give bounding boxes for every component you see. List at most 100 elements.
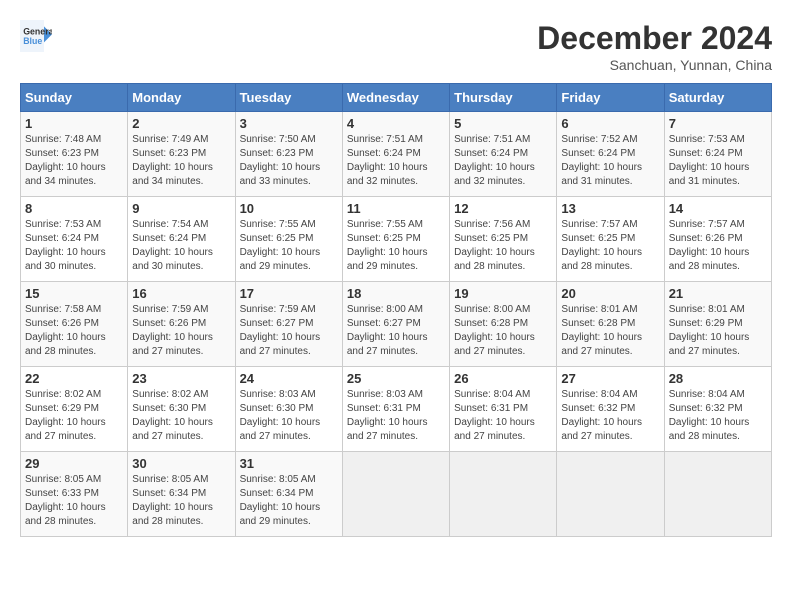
svg-text:General: General [23,26,52,36]
calendar-cell: 20 Sunrise: 8:01 AM Sunset: 6:28 PM Dayli… [557,282,664,367]
day-number: 7 [669,116,767,131]
calendar-cell [342,452,449,537]
calendar-cell: 10Sunrise: 7:55 AM Sunset: 6:25 PM Dayli… [235,197,342,282]
location-subtitle: Sanchuan, Yunnan, China [537,57,772,73]
calendar-cell: 6 Sunrise: 7:52 AM Sunset: 6:24 PM Daylig… [557,112,664,197]
day-header-sunday: Sunday [21,84,128,112]
day-info: Sunrise: 8:00 AM Sunset: 6:27 PM Dayligh… [347,303,445,359]
day-info: Sunrise: 7:58 AM Sunset: 6:26 PM Dayligh… [25,303,123,359]
day-number: 14 [669,201,767,216]
day-number: 1 [25,116,123,131]
calendar-table: SundayMondayTuesdayWednesdayThursdayFrid… [20,83,772,537]
calendar-cell: 26Sunrise: 8:04 AM Sunset: 6:31 PM Dayli… [450,367,557,452]
day-number: 24 [240,371,338,386]
day-info: Sunrise: 8:04 AM Sunset: 6:32 PM Dayligh… [669,388,767,444]
day-info: Sunrise: 7:48 AM Sunset: 6:23 PM Dayligh… [25,133,123,189]
day-number: 3 [240,116,338,131]
day-info: Sunrise: 8:03 AM Sunset: 6:30 PM Dayligh… [240,388,338,444]
day-number: 2 [132,116,230,131]
day-info: Sunrise: 7:57 AM Sunset: 6:25 PM Dayligh… [561,218,659,274]
day-info: Sunrise: 7:59 AM Sunset: 6:26 PM Dayligh… [132,303,230,359]
calendar-cell: 8 Sunrise: 7:53 AM Sunset: 6:24 PM Daylig… [21,197,128,282]
calendar-cell: 23 Sunrise: 8:02 AM Sunset: 6:30 PM Dayli… [128,367,235,452]
calendar-cell: 13 Sunrise: 7:57 AM Sunset: 6:25 PM Dayli… [557,197,664,282]
calendar-week-3: 15 Sunrise: 7:58 AM Sunset: 6:26 PM Dayli… [21,282,772,367]
day-number: 23 [132,371,230,386]
calendar-cell: 7Sunrise: 7:53 AM Sunset: 6:24 PM Daylig… [664,112,771,197]
day-header-wednesday: Wednesday [342,84,449,112]
calendar-cell: 21 Sunrise: 8:01 AM Sunset: 6:29 PM Dayli… [664,282,771,367]
day-number: 21 [669,286,767,301]
day-info: Sunrise: 7:50 AM Sunset: 6:23 PM Dayligh… [240,133,338,189]
day-info: Sunrise: 7:55 AM Sunset: 6:25 PM Dayligh… [240,218,338,274]
day-number: 13 [561,201,659,216]
day-header-tuesday: Tuesday [235,84,342,112]
day-info: Sunrise: 8:01 AM Sunset: 6:28 PM Dayligh… [561,303,659,359]
day-number: 6 [561,116,659,131]
day-number: 9 [132,201,230,216]
day-info: Sunrise: 8:01 AM Sunset: 6:29 PM Dayligh… [669,303,767,359]
calendar-cell [450,452,557,537]
calendar-cell: 31Sunrise: 8:05 AM Sunset: 6:34 PM Dayli… [235,452,342,537]
calendar-cell: 3 Sunrise: 7:50 AM Sunset: 6:23 PM Daylig… [235,112,342,197]
calendar-week-1: 1 Sunrise: 7:48 AM Sunset: 6:23 PM Daylig… [21,112,772,197]
calendar-cell [664,452,771,537]
calendar-week-2: 8 Sunrise: 7:53 AM Sunset: 6:24 PM Daylig… [21,197,772,282]
day-number: 22 [25,371,123,386]
calendar-cell: 15 Sunrise: 7:58 AM Sunset: 6:26 PM Dayli… [21,282,128,367]
day-info: Sunrise: 7:55 AM Sunset: 6:25 PM Dayligh… [347,218,445,274]
day-info: Sunrise: 7:51 AM Sunset: 6:24 PM Dayligh… [454,133,552,189]
day-number: 30 [132,456,230,471]
day-info: Sunrise: 8:03 AM Sunset: 6:31 PM Dayligh… [347,388,445,444]
calendar-header-row: SundayMondayTuesdayWednesdayThursdayFrid… [21,84,772,112]
svg-text:Blue: Blue [23,36,42,46]
calendar-cell: 30 Sunrise: 8:05 AM Sunset: 6:34 PM Dayli… [128,452,235,537]
calendar-cell: 11 Sunrise: 7:55 AM Sunset: 6:25 PM Dayli… [342,197,449,282]
logo-icon: General Blue [20,20,52,52]
calendar-cell: 22 Sunrise: 8:02 AM Sunset: 6:29 PM Dayli… [21,367,128,452]
day-info: Sunrise: 7:52 AM Sunset: 6:24 PM Dayligh… [561,133,659,189]
day-info: Sunrise: 8:02 AM Sunset: 6:29 PM Dayligh… [25,388,123,444]
calendar-cell: 5 Sunrise: 7:51 AM Sunset: 6:24 PM Daylig… [450,112,557,197]
day-info: Sunrise: 7:56 AM Sunset: 6:25 PM Dayligh… [454,218,552,274]
calendar-cell: 18Sunrise: 8:00 AM Sunset: 6:27 PM Dayli… [342,282,449,367]
day-number: 25 [347,371,445,386]
day-info: Sunrise: 8:05 AM Sunset: 6:33 PM Dayligh… [25,473,123,529]
calendar-week-5: 29Sunrise: 8:05 AM Sunset: 6:33 PM Dayli… [21,452,772,537]
calendar-cell: 17Sunrise: 7:59 AM Sunset: 6:27 PM Dayli… [235,282,342,367]
title-block: December 2024 Sanchuan, Yunnan, China [537,20,772,73]
day-number: 20 [561,286,659,301]
day-number: 26 [454,371,552,386]
day-header-saturday: Saturday [664,84,771,112]
day-header-thursday: Thursday [450,84,557,112]
day-info: Sunrise: 8:05 AM Sunset: 6:34 PM Dayligh… [240,473,338,529]
day-number: 11 [347,201,445,216]
day-number: 8 [25,201,123,216]
day-info: Sunrise: 8:04 AM Sunset: 6:32 PM Dayligh… [561,388,659,444]
calendar-cell: 27 Sunrise: 8:04 AM Sunset: 6:32 PM Dayli… [557,367,664,452]
day-info: Sunrise: 7:53 AM Sunset: 6:24 PM Dayligh… [25,218,123,274]
day-info: Sunrise: 7:51 AM Sunset: 6:24 PM Dayligh… [347,133,445,189]
day-number: 4 [347,116,445,131]
day-info: Sunrise: 8:02 AM Sunset: 6:30 PM Dayligh… [132,388,230,444]
month-title: December 2024 [537,20,772,57]
day-number: 17 [240,286,338,301]
page-header: General Blue December 2024 Sanchuan, Yun… [20,20,772,73]
day-info: Sunrise: 8:05 AM Sunset: 6:34 PM Dayligh… [132,473,230,529]
day-number: 5 [454,116,552,131]
day-info: Sunrise: 7:49 AM Sunset: 6:23 PM Dayligh… [132,133,230,189]
day-number: 27 [561,371,659,386]
day-number: 12 [454,201,552,216]
calendar-cell: 14Sunrise: 7:57 AM Sunset: 6:26 PM Dayli… [664,197,771,282]
day-info: Sunrise: 7:54 AM Sunset: 6:24 PM Dayligh… [132,218,230,274]
calendar-week-4: 22 Sunrise: 8:02 AM Sunset: 6:29 PM Dayli… [21,367,772,452]
calendar-cell: 1 Sunrise: 7:48 AM Sunset: 6:23 PM Daylig… [21,112,128,197]
calendar-cell: 25 Sunrise: 8:03 AM Sunset: 6:31 PM Dayli… [342,367,449,452]
calendar-cell: 24 Sunrise: 8:03 AM Sunset: 6:30 PM Dayli… [235,367,342,452]
day-info: Sunrise: 8:00 AM Sunset: 6:28 PM Dayligh… [454,303,552,359]
day-number: 15 [25,286,123,301]
day-header-friday: Friday [557,84,664,112]
calendar-cell: 2 Sunrise: 7:49 AM Sunset: 6:23 PM Daylig… [128,112,235,197]
day-number: 28 [669,371,767,386]
calendar-cell: 12 Sunrise: 7:56 AM Sunset: 6:25 PM Dayli… [450,197,557,282]
